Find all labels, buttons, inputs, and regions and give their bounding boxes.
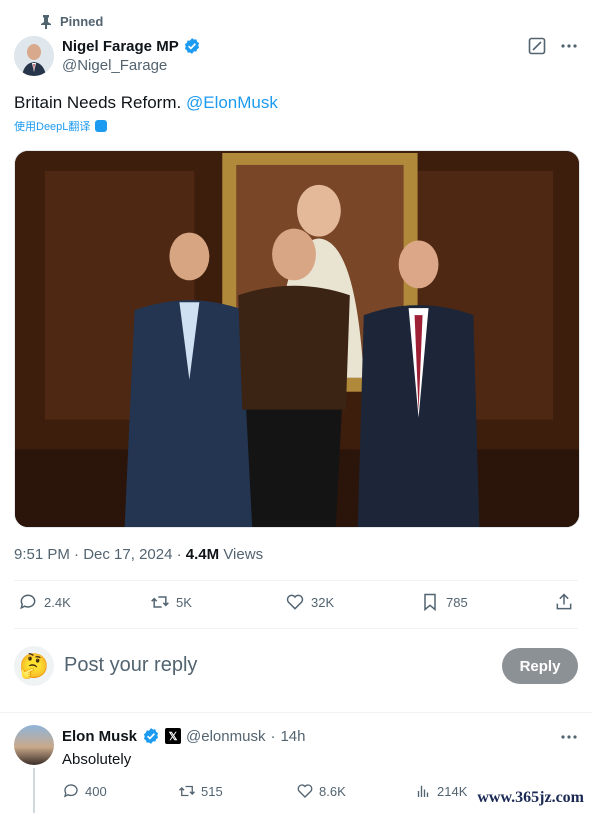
reply-like-count: 8.6K — [319, 783, 346, 799]
tweet-text: Britain Needs Reform. @ElonMusk — [14, 92, 278, 114]
bookmark-icon — [424, 593, 436, 612]
share-icon — [556, 593, 572, 610]
verified-badge-icon — [143, 728, 159, 744]
meta-separator: · — [74, 546, 80, 563]
reply-input[interactable]: Post your reply — [64, 654, 197, 677]
divider — [0, 712, 592, 713]
reply-time[interactable]: 14h — [280, 728, 305, 745]
author-name-text[interactable]: Nigel Farage MP — [62, 38, 179, 55]
verified-badge-icon — [184, 38, 199, 54]
like-action[interactable]: 32K — [285, 592, 334, 612]
reply-separator: · — [270, 727, 276, 745]
reply-author-name[interactable]: Elon Musk — [62, 728, 137, 745]
heart-icon — [286, 594, 304, 610]
author-avatar[interactable] — [14, 36, 54, 76]
reply-button[interactable]: Reply — [502, 648, 578, 684]
reply-views-count: 214K — [437, 783, 468, 799]
bookmark-action[interactable]: 785 — [420, 592, 468, 612]
photo-image — [15, 151, 579, 527]
repost-icon — [179, 785, 195, 797]
author-handle[interactable]: @Nigel_Farage — [62, 57, 167, 74]
pinned-label: Pinned — [60, 14, 104, 29]
reply-author-avatar[interactable] — [14, 725, 54, 765]
repost-icon — [151, 596, 169, 608]
reply-author-handle[interactable]: @elonmusk — [186, 728, 265, 745]
reply-composer: 🤔 Post your reply Reply — [14, 646, 578, 686]
tweet-meta: 9:51 PM · Dec 17, 2024 · 4.4M Views — [14, 546, 263, 563]
author-name[interactable]: Nigel Farage MP — [62, 37, 201, 55]
grok-icon[interactable] — [528, 37, 546, 55]
views-count: 4.4M — [185, 546, 220, 563]
reply-action[interactable]: 2.4K — [18, 592, 71, 612]
post-date[interactable]: Dec 17, 2024 — [83, 546, 172, 563]
thread-line — [33, 768, 35, 813]
post-top-actions — [528, 37, 578, 55]
watermark: www.365jz.com — [477, 789, 584, 806]
views-label: Views — [223, 546, 264, 563]
reply-header: Elon Musk 𝕏 @elonmusk · 14h — [62, 727, 305, 745]
pin-icon — [41, 14, 51, 29]
reply-count: 2.4K — [44, 594, 71, 610]
reply-more-button[interactable] — [560, 728, 578, 751]
reply-like-action[interactable]: 8.6K — [296, 782, 346, 800]
like-count: 32K — [311, 594, 335, 610]
tweet-body: Britain Needs Reform. — [14, 93, 182, 112]
avatar-image — [14, 36, 54, 76]
post-time[interactable]: 9:51 PM — [14, 546, 70, 563]
reply-reply-action[interactable]: 400 — [62, 782, 107, 800]
heart-icon — [297, 784, 313, 798]
reply-text: Absolutely — [62, 751, 132, 768]
more-icon — [561, 735, 577, 739]
translate-label[interactable]: 使用DeepL翻译 — [14, 118, 90, 134]
deepl-icon — [95, 120, 108, 132]
translate-link[interactable]: 使用DeepL翻译 — [14, 118, 108, 134]
pinned-indicator: Pinned — [40, 14, 103, 29]
views-chart-icon — [417, 785, 429, 797]
reply-repost-action[interactable]: 515 — [178, 782, 223, 800]
bookmark-count: 785 — [446, 594, 468, 610]
more-icon[interactable] — [560, 37, 578, 55]
tweet-photo[interactable] — [14, 150, 580, 528]
share-action[interactable] — [554, 592, 574, 612]
viewer-avatar[interactable]: 🤔 — [14, 646, 54, 686]
reply-icon — [63, 784, 78, 798]
reply-reply-count: 400 — [85, 783, 107, 799]
x-affiliate-icon[interactable]: 𝕏 — [165, 728, 182, 744]
reply-icon — [20, 594, 36, 610]
engagement-bar: 2.4K 5K 32K 785 — [14, 592, 578, 618]
mention-link[interactable]: @ElonMusk — [186, 93, 278, 112]
meta-separator: · — [176, 546, 182, 563]
divider — [14, 628, 578, 629]
repost-count: 5K — [176, 594, 192, 610]
reply-repost-count: 515 — [201, 783, 223, 799]
repost-action[interactable]: 5K — [150, 592, 192, 612]
divider — [14, 580, 578, 581]
reply-views-action[interactable]: 214K — [414, 782, 467, 800]
